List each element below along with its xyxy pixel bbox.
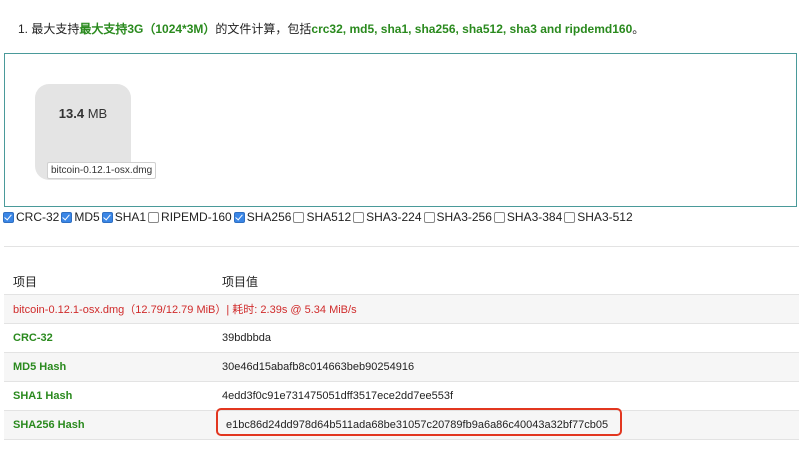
algo-label: CRC-32 xyxy=(16,210,60,224)
row-label: CRC-32 xyxy=(13,332,53,344)
algo-md5[interactable]: MD5 xyxy=(61,210,100,224)
file-card[interactable]: 13.4 MB bitcoin-0.12.1-osx.dmg xyxy=(35,84,157,180)
table-row: CRC-32 39bdbbda xyxy=(4,324,799,353)
row-value: 30e46d15abafb8c014663beb90254916 xyxy=(222,361,415,373)
algo-label: SHA3-256 xyxy=(436,210,492,224)
header-value: 项目值 xyxy=(222,274,259,289)
checkbox-icon[interactable] xyxy=(3,211,14,223)
intro-highlight: 最大支持3G（1024*3M） xyxy=(79,22,216,36)
table-row: SHA1 Hash 4edd3f0c91e731475051dff3517ece… xyxy=(4,382,799,411)
table-row: MD5 Hash 30e46d15abafb8c014663beb9025491… xyxy=(4,353,799,382)
file-size-value: 13.4 xyxy=(58,106,85,121)
header-item: 项目 xyxy=(13,274,38,289)
row-label: SHA256 Hash xyxy=(13,419,85,431)
table-row-summary: bitcoin-0.12.1-osx.dmg（12.79/12.79 MiB）|… xyxy=(4,295,799,324)
checkbox-icon[interactable] xyxy=(293,211,305,223)
algo-label: SHA3-512 xyxy=(577,210,633,224)
algo-label: SHA3-224 xyxy=(366,210,422,224)
algo-label: SHA512 xyxy=(306,210,352,224)
algo-label: MD5 xyxy=(74,210,100,224)
intro-text: 1. 最大支持最大支持3G（1024*3M）的文件计算，包括crc32, md5… xyxy=(18,20,644,37)
checkbox-icon[interactable] xyxy=(353,211,365,223)
algo-ripemd160[interactable]: RIPEMD-160 xyxy=(148,210,232,224)
row-value-sha256[interactable]: e1bc86d24dd978d64b511ada68be31057c20789f… xyxy=(226,419,608,431)
checkbox-icon[interactable] xyxy=(233,211,245,223)
file-name: bitcoin-0.12.1-osx.dmg xyxy=(47,162,157,179)
algo-crc32[interactable]: CRC-32 xyxy=(3,210,59,224)
section-divider xyxy=(4,246,799,247)
intro-middle: 的文件计算，包括 xyxy=(215,22,312,36)
table-header: 项目 项目值 xyxy=(4,268,799,295)
algo-sha1[interactable]: SHA1 xyxy=(101,210,147,224)
row-value: 39bdbbda xyxy=(222,332,271,344)
algo-sha3-224[interactable]: SHA3-224 xyxy=(353,210,422,224)
checkbox-icon[interactable] xyxy=(148,211,160,223)
row-value: 4edd3f0c91e731475051dff3517ece2dd7ee553f xyxy=(222,390,454,402)
intro-algorithms: crc32, md5, sha1, sha256, sha512, sha3 a… xyxy=(311,22,633,36)
row-label: MD5 Hash xyxy=(13,361,67,373)
algo-label: SHA1 xyxy=(114,210,147,224)
checkbox-icon[interactable] xyxy=(423,211,435,223)
algo-label: RIPEMD-160 xyxy=(161,210,232,224)
algorithm-options: CRC-32 MD5 SHA1 RIPEMD-160 SHA256 SHA512… xyxy=(3,210,635,224)
checkbox-icon[interactable] xyxy=(493,211,505,223)
checkbox-icon[interactable] xyxy=(61,211,73,223)
algo-sha3-384[interactable]: SHA3-384 xyxy=(493,210,563,224)
summary-text: bitcoin-0.12.1-osx.dmg（12.79/12.79 MiB）|… xyxy=(13,304,357,316)
intro-suffix: 。 xyxy=(632,22,645,36)
algo-sha256[interactable]: SHA256 xyxy=(233,210,292,224)
algo-sha3-512[interactable]: SHA3-512 xyxy=(564,210,633,224)
file-size-unit: MB xyxy=(87,106,108,121)
table-row: SHA256 Hash e1bc86d24dd978d64b511ada68be… xyxy=(4,408,799,440)
row-label: SHA1 Hash xyxy=(13,390,73,402)
algo-label: SHA256 xyxy=(246,210,292,224)
checkbox-icon[interactable] xyxy=(101,211,113,223)
algo-sha512[interactable]: SHA512 xyxy=(293,210,351,224)
results-table: 项目 项目值 bitcoin-0.12.1-osx.dmg（12.79/12.7… xyxy=(4,268,799,440)
file-size: 13.4 MB xyxy=(35,106,131,121)
file-drop-zone[interactable]: 13.4 MB bitcoin-0.12.1-osx.dmg xyxy=(4,53,797,207)
algo-sha3-256[interactable]: SHA3-256 xyxy=(423,210,492,224)
intro-prefix: 1. 最大支持 xyxy=(18,22,80,36)
algo-label: SHA3-384 xyxy=(506,210,563,224)
checkbox-icon[interactable] xyxy=(564,211,576,223)
